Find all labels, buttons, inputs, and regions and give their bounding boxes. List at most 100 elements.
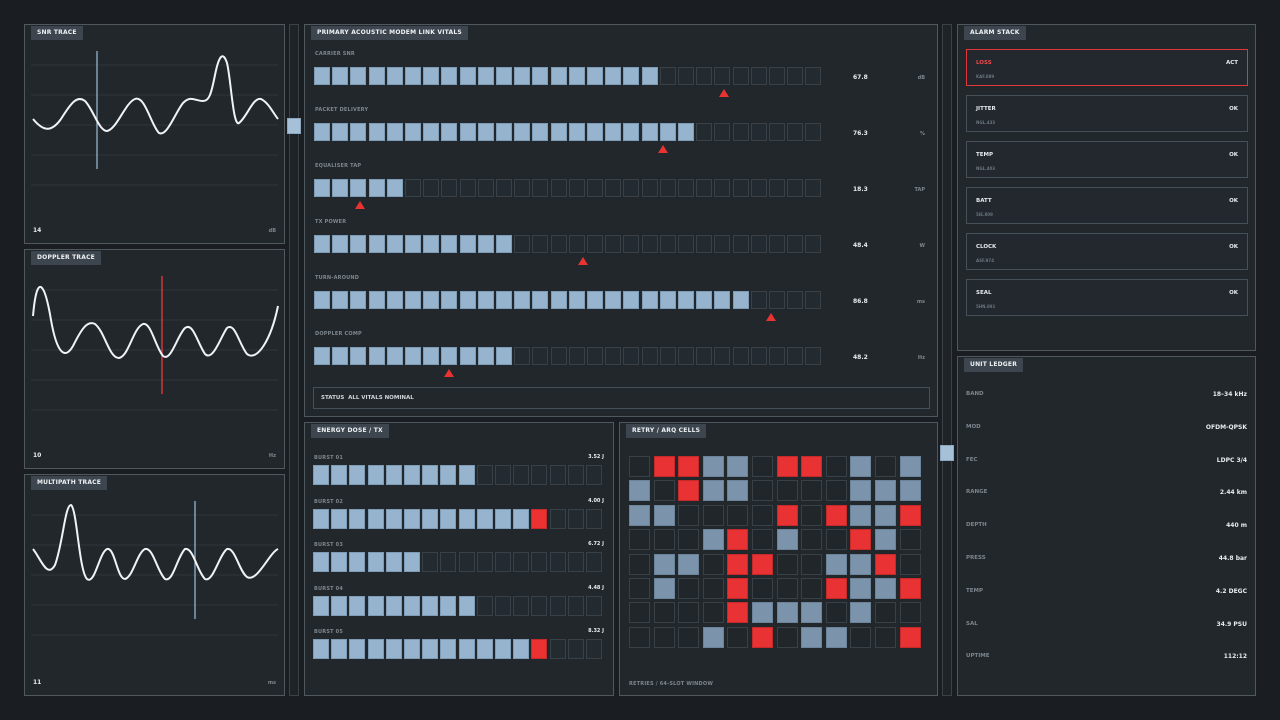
alarm-item-loss[interactable]: LOSS KAF.889 ACT [966, 49, 1248, 86]
alarm-item-temp[interactable]: TEMP NGL.403 OK [966, 141, 1248, 178]
energy-bar-segment [458, 595, 475, 616]
alarm-code: 5IE.809 [976, 212, 993, 217]
vital-bar-segment [368, 291, 385, 309]
energy-bar-segment [458, 639, 475, 659]
right-scrollbar[interactable] [940, 24, 954, 696]
energy-bar-segment [458, 508, 475, 529]
energy-bar [313, 552, 605, 572]
left-scrollbar[interactable] [287, 24, 301, 696]
doppler-trace-panel: DOPPLER TRACE 10 Hz [24, 249, 285, 469]
energy-title: ENERGY DOSE / TX [311, 424, 389, 438]
ledger-title: UNIT LEDGER [964, 358, 1024, 372]
energy-bar-segment [586, 508, 602, 529]
energy-bar-segment [476, 595, 493, 616]
vital-bar-segment [714, 347, 731, 365]
vital-bar-segment [605, 235, 622, 253]
energy-bar-segment [313, 639, 329, 659]
vital-bar-segment [423, 347, 440, 365]
alarm-item-seal[interactable]: SEAL 5HN.891 OK [966, 279, 1248, 316]
vital-bar-segment [386, 235, 403, 253]
retry-cell [629, 456, 650, 477]
vital-bar-segment [314, 347, 330, 365]
vital-bar-segment [405, 291, 421, 309]
vital-bar-segment [459, 347, 476, 365]
vital-bar-segment [769, 67, 785, 85]
vital-bar-segment [496, 291, 512, 309]
vital-bar-segment [641, 67, 658, 85]
retry-panel: RETRY / ARQ CELLS RETRIES / 64-SLOT WIND… [619, 422, 938, 696]
retry-cell [875, 553, 896, 575]
vital-bar-segment [714, 67, 731, 85]
right-scrollbar-thumb[interactable] [940, 445, 954, 461]
energy-bar-segment [440, 639, 457, 659]
energy-bar-segment [458, 465, 475, 485]
energy-bar-segment [422, 508, 439, 529]
energy-bar [313, 595, 605, 616]
vital-bar-segment [805, 347, 822, 365]
vital-bar-segment [769, 347, 785, 365]
vital-bar-segment [805, 235, 822, 253]
vital-bar-segment [659, 235, 676, 253]
retry-cell [801, 578, 823, 599]
retry-cell [899, 529, 921, 551]
retry-cell [850, 553, 872, 575]
vital-bar-segment [750, 123, 767, 141]
vital-bar-segment [477, 347, 494, 365]
doppler-trace-value: 10 [33, 452, 42, 459]
vital-bar-segment [769, 123, 785, 141]
vital-bar-segment [496, 347, 512, 365]
vital-bar-segment [532, 67, 549, 85]
vital-bar-segment [368, 179, 385, 197]
energy-bar-segment [440, 508, 457, 529]
retry-cell [825, 602, 847, 624]
vital-bar-segment [423, 179, 440, 197]
vital-bar-segment [368, 123, 385, 141]
ledger-value: 112:12 [1223, 653, 1247, 661]
left-scrollbar-thumb[interactable] [287, 118, 301, 134]
vital-bar-segment [459, 291, 476, 309]
energy-bar-segment [331, 465, 348, 485]
retry-cell [850, 456, 872, 477]
energy-bar-segment [495, 508, 511, 529]
vital-bar-segment [532, 123, 549, 141]
retry-cell [776, 626, 798, 648]
retry-cell [801, 626, 823, 648]
alarm-item-batt[interactable]: BATT 5IE.809 OK [966, 187, 1248, 224]
retry-cell [678, 578, 700, 599]
vital-bar-segment [787, 235, 804, 253]
vital-bar-segment [805, 67, 822, 85]
energy-bar-segment [567, 552, 584, 572]
retry-cell [899, 626, 921, 648]
alarm-code: KAF.889 [976, 74, 995, 79]
retry-cell [702, 578, 724, 599]
energy-bar-segment [549, 465, 566, 485]
ledger-value: OFDM-QPSK [1205, 423, 1247, 431]
energy-label: BURST 03 [314, 542, 344, 548]
retry-cell [776, 578, 798, 599]
vital-bar-segment [568, 123, 585, 141]
energy-bar-segment [440, 595, 457, 616]
energy-bar-segment [513, 595, 530, 616]
vital-bar-segment [332, 235, 349, 253]
vital-bar-segment [623, 67, 640, 85]
alarm-item-clock[interactable]: CLOCK ASF.974 OK [966, 233, 1248, 270]
vital-bar-segment [514, 123, 531, 141]
vital-bar-segment [514, 291, 531, 309]
energy-value: 4.48 J [588, 584, 604, 591]
vital-bar-segment [441, 291, 458, 309]
vital-bar-segment [623, 347, 640, 365]
alarm-name: BATT [976, 198, 992, 204]
vital-bar-segment [732, 291, 749, 309]
ledger-key: FEC [966, 456, 978, 463]
retry-cell [899, 578, 921, 599]
energy-bar-segment [513, 639, 530, 659]
energy-label: BURST 04 [314, 585, 344, 592]
energy-bar-segment [440, 552, 457, 572]
ledger-panel: UNIT LEDGER BAND 18–34 kHz MOD OFDM-QPSK FEC… [957, 356, 1256, 696]
vital-bar-segment [568, 347, 585, 365]
alarm-item-jitter[interactable]: JITTER NGL.433 OK [966, 95, 1248, 132]
vital-bar-segment [623, 179, 640, 197]
vital-bar-segment [514, 179, 531, 197]
retry-cell [653, 578, 675, 599]
retry-cell [727, 578, 749, 599]
